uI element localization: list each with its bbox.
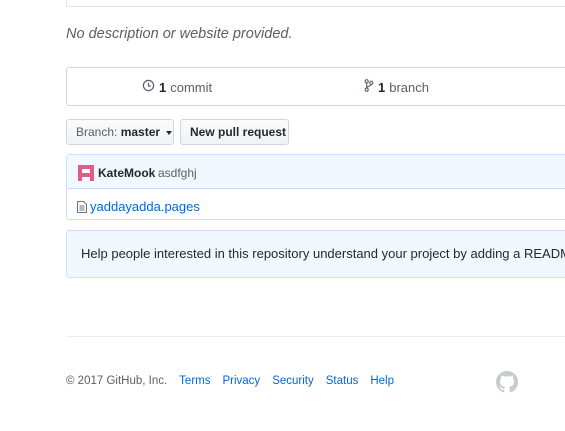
branches-count: 1 — [378, 79, 386, 95]
commit-message[interactable]: asdfghj — [158, 166, 197, 180]
latest-commit-row: KateMook asdfghj — [67, 155, 565, 189]
branch-icon — [364, 79, 374, 95]
commits-count: 1 — [159, 79, 167, 95]
footer-link-security[interactable]: Security — [272, 375, 314, 387]
commits-summary[interactable]: 1 commit — [142, 79, 212, 95]
history-icon — [142, 79, 155, 95]
file-listing: KateMook asdfghj yaddayadda.pages — [66, 154, 565, 220]
branch-value: master — [120, 125, 161, 139]
file-link[interactable]: yaddayadda.pages — [90, 199, 200, 214]
commits-label: commit — [170, 79, 213, 95]
footer-copyright: © 2017 GitHub, Inc. — [66, 375, 168, 387]
commit-author[interactable]: KateMook — [98, 166, 155, 180]
footer-link-help[interactable]: Help — [370, 375, 394, 387]
new-pull-request-button[interactable]: New pull request — [180, 119, 289, 145]
branch-select-button[interactable]: Branch: master — [66, 119, 174, 145]
readme-prompt-text: Help people interested in this repositor… — [81, 246, 565, 261]
top-tab-border — [66, 0, 565, 7]
footer-link-privacy[interactable]: Privacy — [222, 375, 260, 387]
repo-summary-bar: 1 commit 1 branch — [66, 67, 565, 106]
footer-divider — [66, 336, 565, 337]
file-icon — [77, 200, 87, 218]
caret-down-icon — [166, 130, 173, 135]
readme-prompt-box: Help people interested in this repositor… — [66, 230, 565, 278]
avatar[interactable] — [78, 165, 94, 181]
repo-description: No description or website provided. — [66, 26, 293, 42]
footer: © 2017 GitHub, Inc. Terms Privacy Securi… — [66, 375, 394, 387]
branches-label: branch — [389, 79, 429, 95]
footer-link-status[interactable]: Status — [326, 375, 359, 387]
footer-link-terms[interactable]: Terms — [179, 375, 210, 387]
github-logo-icon[interactable] — [496, 371, 518, 398]
branch-label: Branch: — [76, 125, 118, 139]
branches-summary[interactable]: 1 branch — [364, 79, 429, 95]
list-item: yaddayadda.pages — [67, 189, 565, 221]
